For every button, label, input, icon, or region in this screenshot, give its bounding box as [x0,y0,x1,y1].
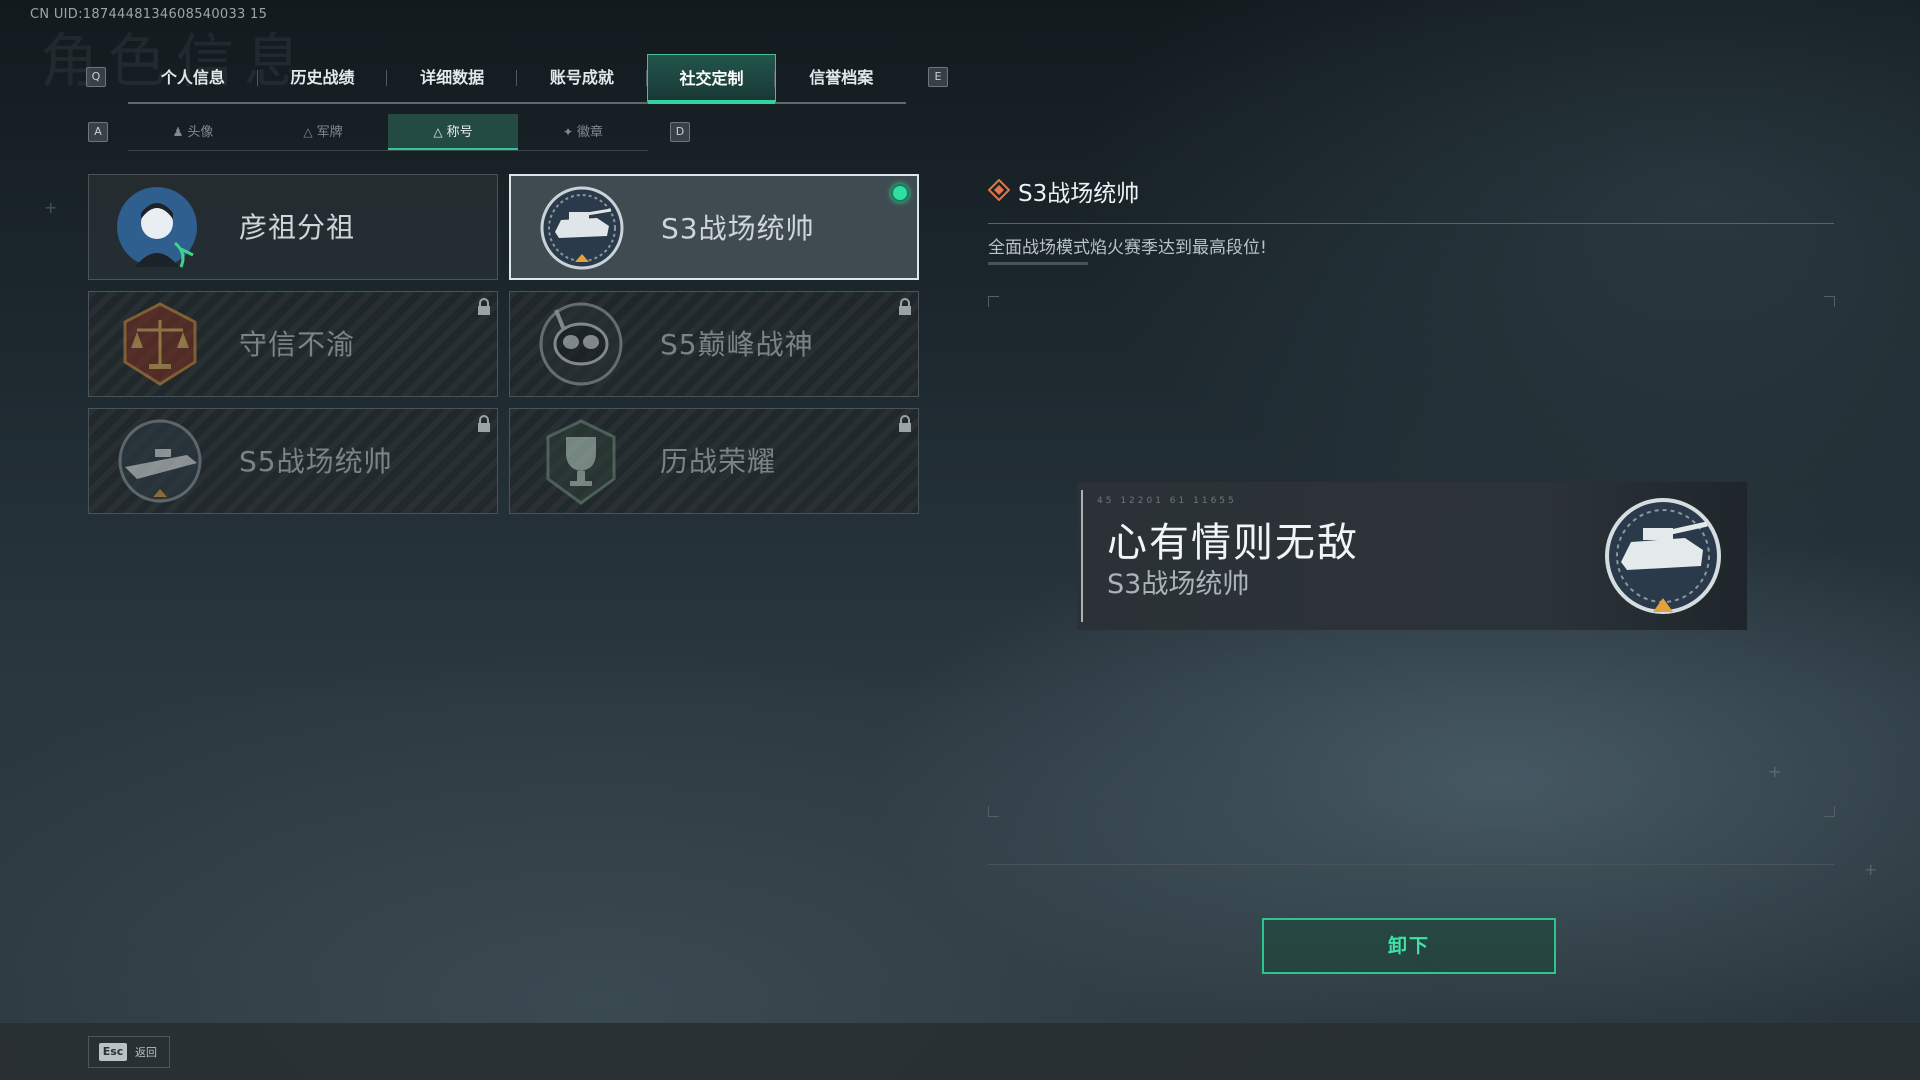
boat-emblem-icon [115,417,205,507]
subtab-title[interactable]: △ 称号 [388,114,518,150]
badge-icon: ✦ [562,125,574,139]
title-preview-card: 45 12201 61 11655 心有情则无敌 S3战场统帅 [1077,482,1747,630]
subtab-next-key[interactable]: D [670,122,690,142]
lock-icon [477,298,491,316]
title-name: 历战荣耀 [660,445,777,478]
tank-emblem-icon [537,184,627,274]
title-card-faithful[interactable]: 守信不渝 [88,291,498,397]
user-uid: CN UID:1874448134608540033 15 [30,7,268,22]
equipped-indicator [891,184,909,202]
subtab-dogtag[interactable]: △ 军牌 [258,114,388,150]
tab-detailed-data[interactable]: 详细数据 [387,54,517,102]
decor-plus-icon: + [1864,860,1878,879]
title-card-yanzu[interactable]: 彦祖分祖 [88,174,498,280]
tab-next-key[interactable]: E [928,67,948,87]
title-card-s5-warlord[interactable]: S5巅峰战神 [509,291,919,397]
tab-personal-info[interactable]: 个人信息 [128,54,258,102]
bottom-bar [0,1023,1920,1080]
subtab-prev-key[interactable]: A [88,122,108,142]
tab-achievements[interactable]: 账号成就 [517,54,647,102]
detail-description: 全面战场模式焰火赛季达到最高段位! [988,238,1267,258]
detail-title: S3战场统帅 [1018,181,1140,207]
diamond-icon [987,178,1011,202]
subtab-title-label: 称号 [446,125,473,140]
detail-bottom-divider [988,864,1834,865]
title-name: 守信不渝 [239,328,356,361]
tab-reputation[interactable]: 信誉档案 [776,54,906,102]
dogtag-icon: △ [303,125,313,139]
preview-motto: 心有情则无敌 [1107,520,1359,566]
frame-corner [1824,296,1835,307]
tab-social-custom[interactable]: 社交定制 [646,54,777,104]
diver-emblem-icon [536,300,626,390]
title-name: S5巅峰战神 [660,328,814,361]
preview-bracket [1081,490,1091,622]
preview-title: S3战场统帅 [1107,569,1250,600]
subtab-avatar[interactable]: ♟ 头像 [128,114,258,150]
title-card-s5-commander[interactable]: S5战场统帅 [88,408,498,514]
decor-plus-icon: + [1768,762,1782,781]
tab-prev-key[interactable]: Q [86,67,106,87]
scales-emblem-icon [115,300,205,390]
subtab-dogtag-label: 军牌 [316,125,343,140]
subtab-badge[interactable]: ✦ 徽章 [518,114,648,150]
title-name: 彦祖分祖 [239,211,356,244]
title-card-s3-commander[interactable]: S3战场统帅 [509,174,919,280]
trophy-emblem-icon [536,417,626,507]
portrait-icon [115,183,205,273]
detail-divider [988,223,1834,224]
top-tab-bar: 个人信息 历史战绩 详细数据 账号成就 社交定制 信誉档案 [128,54,906,104]
title-name: S3战场统帅 [661,212,815,245]
title-grid: 彦祖分祖 S3战场统帅 守信不渝 S5巅峰战神 S5战场统帅 历战荣耀 [88,174,919,514]
lock-icon [898,298,912,316]
unequip-button[interactable]: 卸下 [1262,918,1556,974]
esc-key: Esc [99,1043,127,1061]
frame-corner [1824,806,1835,817]
title-icon: △ [433,125,443,139]
lock-icon [898,415,912,433]
lock-icon [477,415,491,433]
tank-emblem-icon [1593,488,1733,628]
description-underline [988,262,1088,265]
subtab-avatar-label: 头像 [187,125,214,140]
title-card-battle-glory[interactable]: 历战荣耀 [509,408,919,514]
preview-code: 45 12201 61 11655 [1097,496,1237,506]
title-name: S5战场统帅 [239,445,393,478]
tab-history[interactable]: 历史战绩 [258,54,388,102]
back-label: 返回 [135,1046,157,1059]
decor-plus-icon: + [44,198,58,217]
frame-corner [988,806,999,817]
frame-corner [988,296,999,307]
person-icon: ♟ [172,125,184,139]
back-button[interactable]: Esc 返回 [88,1036,170,1068]
sub-tab-bar: ♟ 头像 △ 军牌 △ 称号 ✦ 徽章 [128,114,648,151]
subtab-badge-label: 徽章 [577,125,604,140]
